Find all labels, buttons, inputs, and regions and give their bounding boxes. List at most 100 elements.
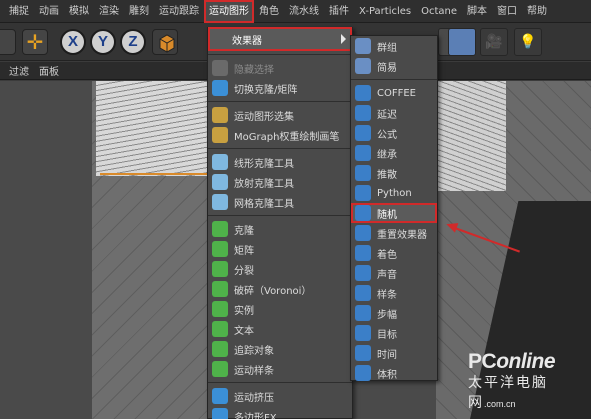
sky-icon[interactable]	[448, 28, 476, 56]
target-icon	[355, 325, 371, 341]
linear-clone-tool-icon	[212, 154, 228, 170]
x-axis-lock-button[interactable]: X	[60, 29, 86, 55]
text-icon	[212, 321, 228, 337]
light-icon[interactable]: 💡	[514, 28, 542, 56]
menu-item-label: 放射克隆工具	[234, 178, 294, 190]
menu-item-voronoi-fracture[interactable]: 破碎（Voronoi）	[208, 279, 352, 299]
voronoi-fracture-icon	[212, 281, 228, 297]
menu-item-matrix[interactable]: 矩阵	[208, 239, 352, 259]
menu-item-label: 追踪对象	[234, 345, 274, 357]
menu-script[interactable]: 脚本	[462, 0, 492, 23]
menu-item-label: 实例	[234, 305, 254, 317]
menu-item-step[interactable]: 步幅	[351, 303, 437, 323]
polyfx-icon	[212, 408, 228, 419]
menu-item-coffee[interactable]: COFFEE	[351, 83, 437, 103]
menu-item-time[interactable]: 时间	[351, 343, 437, 363]
group-icon	[355, 38, 371, 54]
menu-item-label: 运动图形选集	[234, 111, 294, 123]
coordinate-system-icon[interactable]	[152, 29, 178, 55]
coffee-icon	[355, 85, 371, 101]
tracer-icon	[212, 341, 228, 357]
menu-item-text[interactable]: 文本	[208, 319, 352, 339]
menu-item-formula[interactable]: 公式	[351, 123, 437, 143]
inheritance-icon	[355, 145, 371, 161]
menu-item-instance[interactable]: 实例	[208, 299, 352, 319]
menu-item-shader[interactable]: 着色	[351, 243, 437, 263]
menu-panel[interactable]: 面板	[34, 63, 64, 78]
menu-item-label: 网格克隆工具	[234, 198, 294, 210]
menu-item-cloner[interactable]: 克隆	[208, 219, 352, 239]
menu-item-label: MoGraph权重绘制画笔	[234, 131, 340, 143]
menu-simulate[interactable]: 模拟	[64, 0, 94, 23]
shader-icon	[355, 245, 371, 261]
menu-character[interactable]: 角色	[254, 0, 284, 23]
menu-item-delay[interactable]: 延迟	[351, 103, 437, 123]
mograph-menu: 效果器 隐藏选择 切换克隆/矩阵 运动图形选集 MoGraph权重绘制画笔 线形…	[207, 27, 353, 419]
menu-item-inheritance[interactable]: 继承	[351, 143, 437, 163]
menu-item-sound[interactable]: 声音	[351, 263, 437, 283]
menu-item-random[interactable]: 随机	[351, 203, 437, 223]
menu-plugins[interactable]: 插件	[324, 0, 354, 23]
menu-pipeline[interactable]: 流水线	[284, 0, 324, 23]
menu-item-toggle-clone-matrix[interactable]: 切换克隆/矩阵	[208, 78, 352, 98]
menu-item-label: 着色	[377, 249, 397, 261]
menu-item-target[interactable]: 目标	[351, 323, 437, 343]
menu-item-label: 隐藏选择	[234, 64, 274, 76]
menu-item-label: 群组	[377, 42, 397, 54]
menu-bar: 捕捉 动画 模拟 渲染 雕刻 运动跟踪 运动图形 角色 流水线 插件 X-Par…	[0, 0, 591, 23]
menu-item-python[interactable]: Python	[351, 183, 437, 203]
menu-snap[interactable]: 捕捉	[4, 0, 34, 23]
menu-item-fracture[interactable]: 分裂	[208, 259, 352, 279]
menu-item-group[interactable]: 群组	[351, 36, 437, 56]
menu-item-linear-clone-tool[interactable]: 线形克隆工具	[208, 152, 352, 172]
menu-sculpt[interactable]: 雕刻	[124, 0, 154, 23]
separator	[208, 101, 352, 102]
menu-item-label: 矩阵	[234, 245, 254, 257]
menu-item-effectors[interactable]: 效果器	[208, 27, 352, 51]
z-axis-lock-button[interactable]: Z	[120, 29, 146, 55]
move-tool-icon[interactable]: ✛	[22, 29, 48, 55]
y-axis-lock-button[interactable]: Y	[90, 29, 116, 55]
menu-item-reeffector[interactable]: 重置效果器	[351, 223, 437, 243]
menu-item-mograph-selection[interactable]: 运动图形选集	[208, 105, 352, 125]
menu-item-label: 运动样条	[234, 365, 274, 377]
menu-octane[interactable]: Octane	[416, 0, 462, 23]
menu-render[interactable]: 渲染	[94, 0, 124, 23]
volume-icon	[355, 365, 371, 381]
menu-item-label: 克隆	[234, 225, 254, 237]
menu-item-plain[interactable]: 简易	[351, 56, 437, 76]
camera-icon[interactable]: 🎥	[480, 28, 508, 56]
menu-item-weight-paint[interactable]: MoGraph权重绘制画笔	[208, 125, 352, 145]
menu-help[interactable]: 帮助	[522, 0, 552, 23]
matrix-icon	[212, 241, 228, 257]
watermark-logo: PConline	[468, 350, 591, 374]
menu-motion-tracking[interactable]: 运动跟踪	[154, 0, 204, 23]
menu-filter[interactable]: 过滤	[4, 63, 34, 78]
menu-animate[interactable]: 动画	[34, 0, 64, 23]
menu-item-tracer[interactable]: 追踪对象	[208, 339, 352, 359]
grid-clone-tool-icon	[212, 194, 228, 210]
menu-item-label: 效果器	[232, 35, 262, 47]
menu-item-push-apart[interactable]: 推散	[351, 163, 437, 183]
stair-left	[96, 81, 216, 176]
watermark-domain: .com.cn	[484, 399, 516, 409]
menu-item-label: 公式	[377, 129, 397, 141]
menu-item-mospline[interactable]: 运动样条	[208, 359, 352, 379]
menu-mograph[interactable]: 运动图形	[204, 0, 254, 23]
menu-window[interactable]: 窗口	[492, 0, 522, 23]
menu-item-grid-clone-tool[interactable]: 网格克隆工具	[208, 192, 352, 212]
menu-x-particles[interactable]: X-Particles	[354, 0, 416, 23]
menu-item-spline[interactable]: 样条	[351, 283, 437, 303]
menu-item-moextrude[interactable]: 运动挤压	[208, 386, 352, 406]
rotate-tool-icon[interactable]	[0, 29, 16, 55]
mograph-selection-icon	[212, 107, 228, 123]
stair-right	[436, 81, 506, 191]
separator	[208, 215, 352, 216]
reeffector-icon	[355, 225, 371, 241]
menu-item-radial-clone-tool[interactable]: 放射克隆工具	[208, 172, 352, 192]
menu-item-volume[interactable]: 体积	[351, 363, 437, 383]
menu-item-hide-selection[interactable]: 隐藏选择	[208, 58, 352, 78]
weight-paint-brush-icon	[212, 127, 228, 143]
menu-item-polyfx[interactable]: 多边形FX	[208, 406, 352, 419]
watermark: PConline 太平洋电脑网.com.cn	[468, 350, 591, 412]
